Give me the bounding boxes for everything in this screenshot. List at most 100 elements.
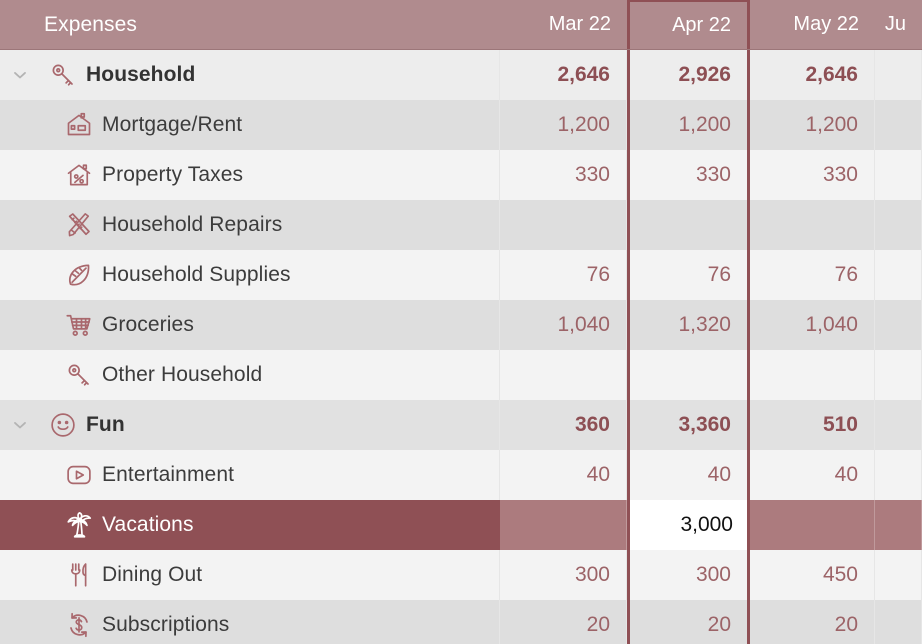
- value-cell[interactable]: 40: [500, 450, 627, 500]
- row-label: Groceries: [102, 313, 194, 336]
- value-cell[interactable]: 1,320: [627, 300, 750, 350]
- value-cell[interactable]: 2,646: [500, 50, 627, 100]
- value-cell[interactable]: 330: [627, 150, 750, 200]
- value-cell[interactable]: 1,040: [500, 300, 627, 350]
- value-cell[interactable]: [627, 350, 750, 400]
- dollar-refresh-icon: [56, 610, 102, 640]
- column-header-expenses[interactable]: Expenses: [0, 0, 500, 49]
- shopping-cart-icon: [56, 310, 102, 340]
- row-name-cell[interactable]: Dining Out: [0, 550, 500, 600]
- row-name-cell[interactable]: Groceries: [0, 300, 500, 350]
- row-label: Property Taxes: [102, 163, 244, 186]
- column-header-mar-22[interactable]: Mar 22: [500, 0, 627, 49]
- value-cell[interactable]: 450: [750, 550, 875, 600]
- value-cell[interactable]: 76: [750, 250, 875, 300]
- house-percent-icon: [56, 160, 102, 190]
- table-row[interactable]: Subscriptions 20 20 20: [0, 600, 922, 644]
- value-cell[interactable]: 20: [500, 600, 627, 644]
- value-cell[interactable]: [750, 350, 875, 400]
- value-cell[interactable]: [500, 200, 627, 250]
- row-name-cell[interactable]: Fun: [0, 400, 500, 450]
- value-cell[interactable]: 300: [500, 550, 627, 600]
- table-row[interactable]: Property Taxes 330 330 330: [0, 150, 922, 200]
- value-cell[interactable]: 20: [750, 600, 875, 644]
- table-group-row[interactable]: Fun 360 3,360 510: [0, 400, 922, 450]
- value-cell[interactable]: 330: [500, 150, 627, 200]
- smiley-icon: [40, 410, 86, 440]
- value-cell[interactable]: [500, 500, 627, 550]
- row-label: Household Supplies: [102, 263, 291, 286]
- value-cell[interactable]: [875, 200, 922, 250]
- value-cell[interactable]: 1,200: [627, 100, 750, 150]
- value-cell[interactable]: 3,360: [627, 400, 750, 450]
- fork-knife-icon: [56, 560, 102, 590]
- column-header-apr-22[interactable]: Apr 22: [627, 0, 750, 49]
- value-cell[interactable]: 2,926: [627, 50, 750, 100]
- value-cell[interactable]: [875, 500, 922, 550]
- row-label: Other Household: [102, 363, 263, 386]
- ruler-pencil-icon: [56, 210, 102, 240]
- row-name-cell[interactable]: Mortgage/Rent: [0, 100, 500, 150]
- column-header-may-22[interactable]: May 22: [750, 0, 875, 49]
- value-cell[interactable]: 20: [627, 600, 750, 644]
- cell-editor-input[interactable]: 3,000: [627, 500, 750, 550]
- value-cell[interactable]: [875, 600, 922, 644]
- value-cell[interactable]: 1,200: [500, 100, 627, 150]
- value-cell[interactable]: 330: [750, 150, 875, 200]
- house-icon: [56, 110, 102, 140]
- play-icon: [56, 460, 102, 490]
- value-cell[interactable]: 40: [627, 450, 750, 500]
- table-group-row[interactable]: Household 2,646 2,926 2,646: [0, 50, 922, 100]
- table-row[interactable]: Dining Out 300 300 450: [0, 550, 922, 600]
- row-name-cell[interactable]: Household: [0, 50, 500, 100]
- value-cell[interactable]: 76: [627, 250, 750, 300]
- chevron-down-icon[interactable]: [0, 65, 40, 85]
- table-row[interactable]: Household Repairs: [0, 200, 922, 250]
- value-cell[interactable]: [875, 550, 922, 600]
- value-cell[interactable]: [875, 50, 922, 100]
- key-icon: [56, 360, 102, 390]
- table-header-row: Expenses Mar 22 Apr 22 May 22 Ju: [0, 0, 922, 50]
- value-cell[interactable]: [875, 250, 922, 300]
- row-name-cell[interactable]: Vacations: [0, 500, 500, 550]
- leaf-icon: [56, 260, 102, 290]
- value-cell[interactable]: [875, 300, 922, 350]
- value-cell[interactable]: [875, 100, 922, 150]
- row-name-cell[interactable]: Entertainment: [0, 450, 500, 500]
- row-name-cell[interactable]: Property Taxes: [0, 150, 500, 200]
- table-row[interactable]: Entertainment 40 40 40: [0, 450, 922, 500]
- value-cell[interactable]: 510: [750, 400, 875, 450]
- value-cell[interactable]: [750, 500, 875, 550]
- chevron-down-icon[interactable]: [0, 415, 40, 435]
- value-cell[interactable]: 360: [500, 400, 627, 450]
- row-name-cell[interactable]: Household Repairs: [0, 200, 500, 250]
- value-cell[interactable]: [875, 450, 922, 500]
- palm-tree-icon: [56, 510, 102, 540]
- value-cell[interactable]: [627, 200, 750, 250]
- value-cell[interactable]: 76: [500, 250, 627, 300]
- table-row[interactable]: Groceries 1,040 1,320 1,040: [0, 300, 922, 350]
- value-cell[interactable]: [875, 150, 922, 200]
- table-row[interactable]: Mortgage/Rent 1,200 1,200 1,200: [0, 100, 922, 150]
- row-label: Vacations: [102, 513, 194, 536]
- value-cell[interactable]: 2,646: [750, 50, 875, 100]
- row-name-cell[interactable]: Other Household: [0, 350, 500, 400]
- value-cell[interactable]: 1,200: [750, 100, 875, 150]
- table-row[interactable]: Vacations 3,000: [0, 500, 922, 550]
- row-name-cell[interactable]: Subscriptions: [0, 600, 500, 644]
- column-header-ju[interactable]: Ju: [875, 0, 922, 49]
- value-cell[interactable]: 1,040: [750, 300, 875, 350]
- table-row[interactable]: Household Supplies 76 76 76: [0, 250, 922, 300]
- row-label: Subscriptions: [102, 613, 230, 636]
- value-cell[interactable]: [875, 350, 922, 400]
- row-label: Mortgage/Rent: [102, 113, 243, 136]
- row-label: Household Repairs: [102, 213, 283, 236]
- value-cell[interactable]: [500, 350, 627, 400]
- table-row[interactable]: Other Household: [0, 350, 922, 400]
- value-cell[interactable]: [750, 200, 875, 250]
- budget-spreadsheet: Expenses Mar 22 Apr 22 May 22 Ju Household 2…: [0, 0, 922, 644]
- value-cell[interactable]: [875, 400, 922, 450]
- value-cell[interactable]: 40: [750, 450, 875, 500]
- row-name-cell[interactable]: Household Supplies: [0, 250, 500, 300]
- value-cell[interactable]: 300: [627, 550, 750, 600]
